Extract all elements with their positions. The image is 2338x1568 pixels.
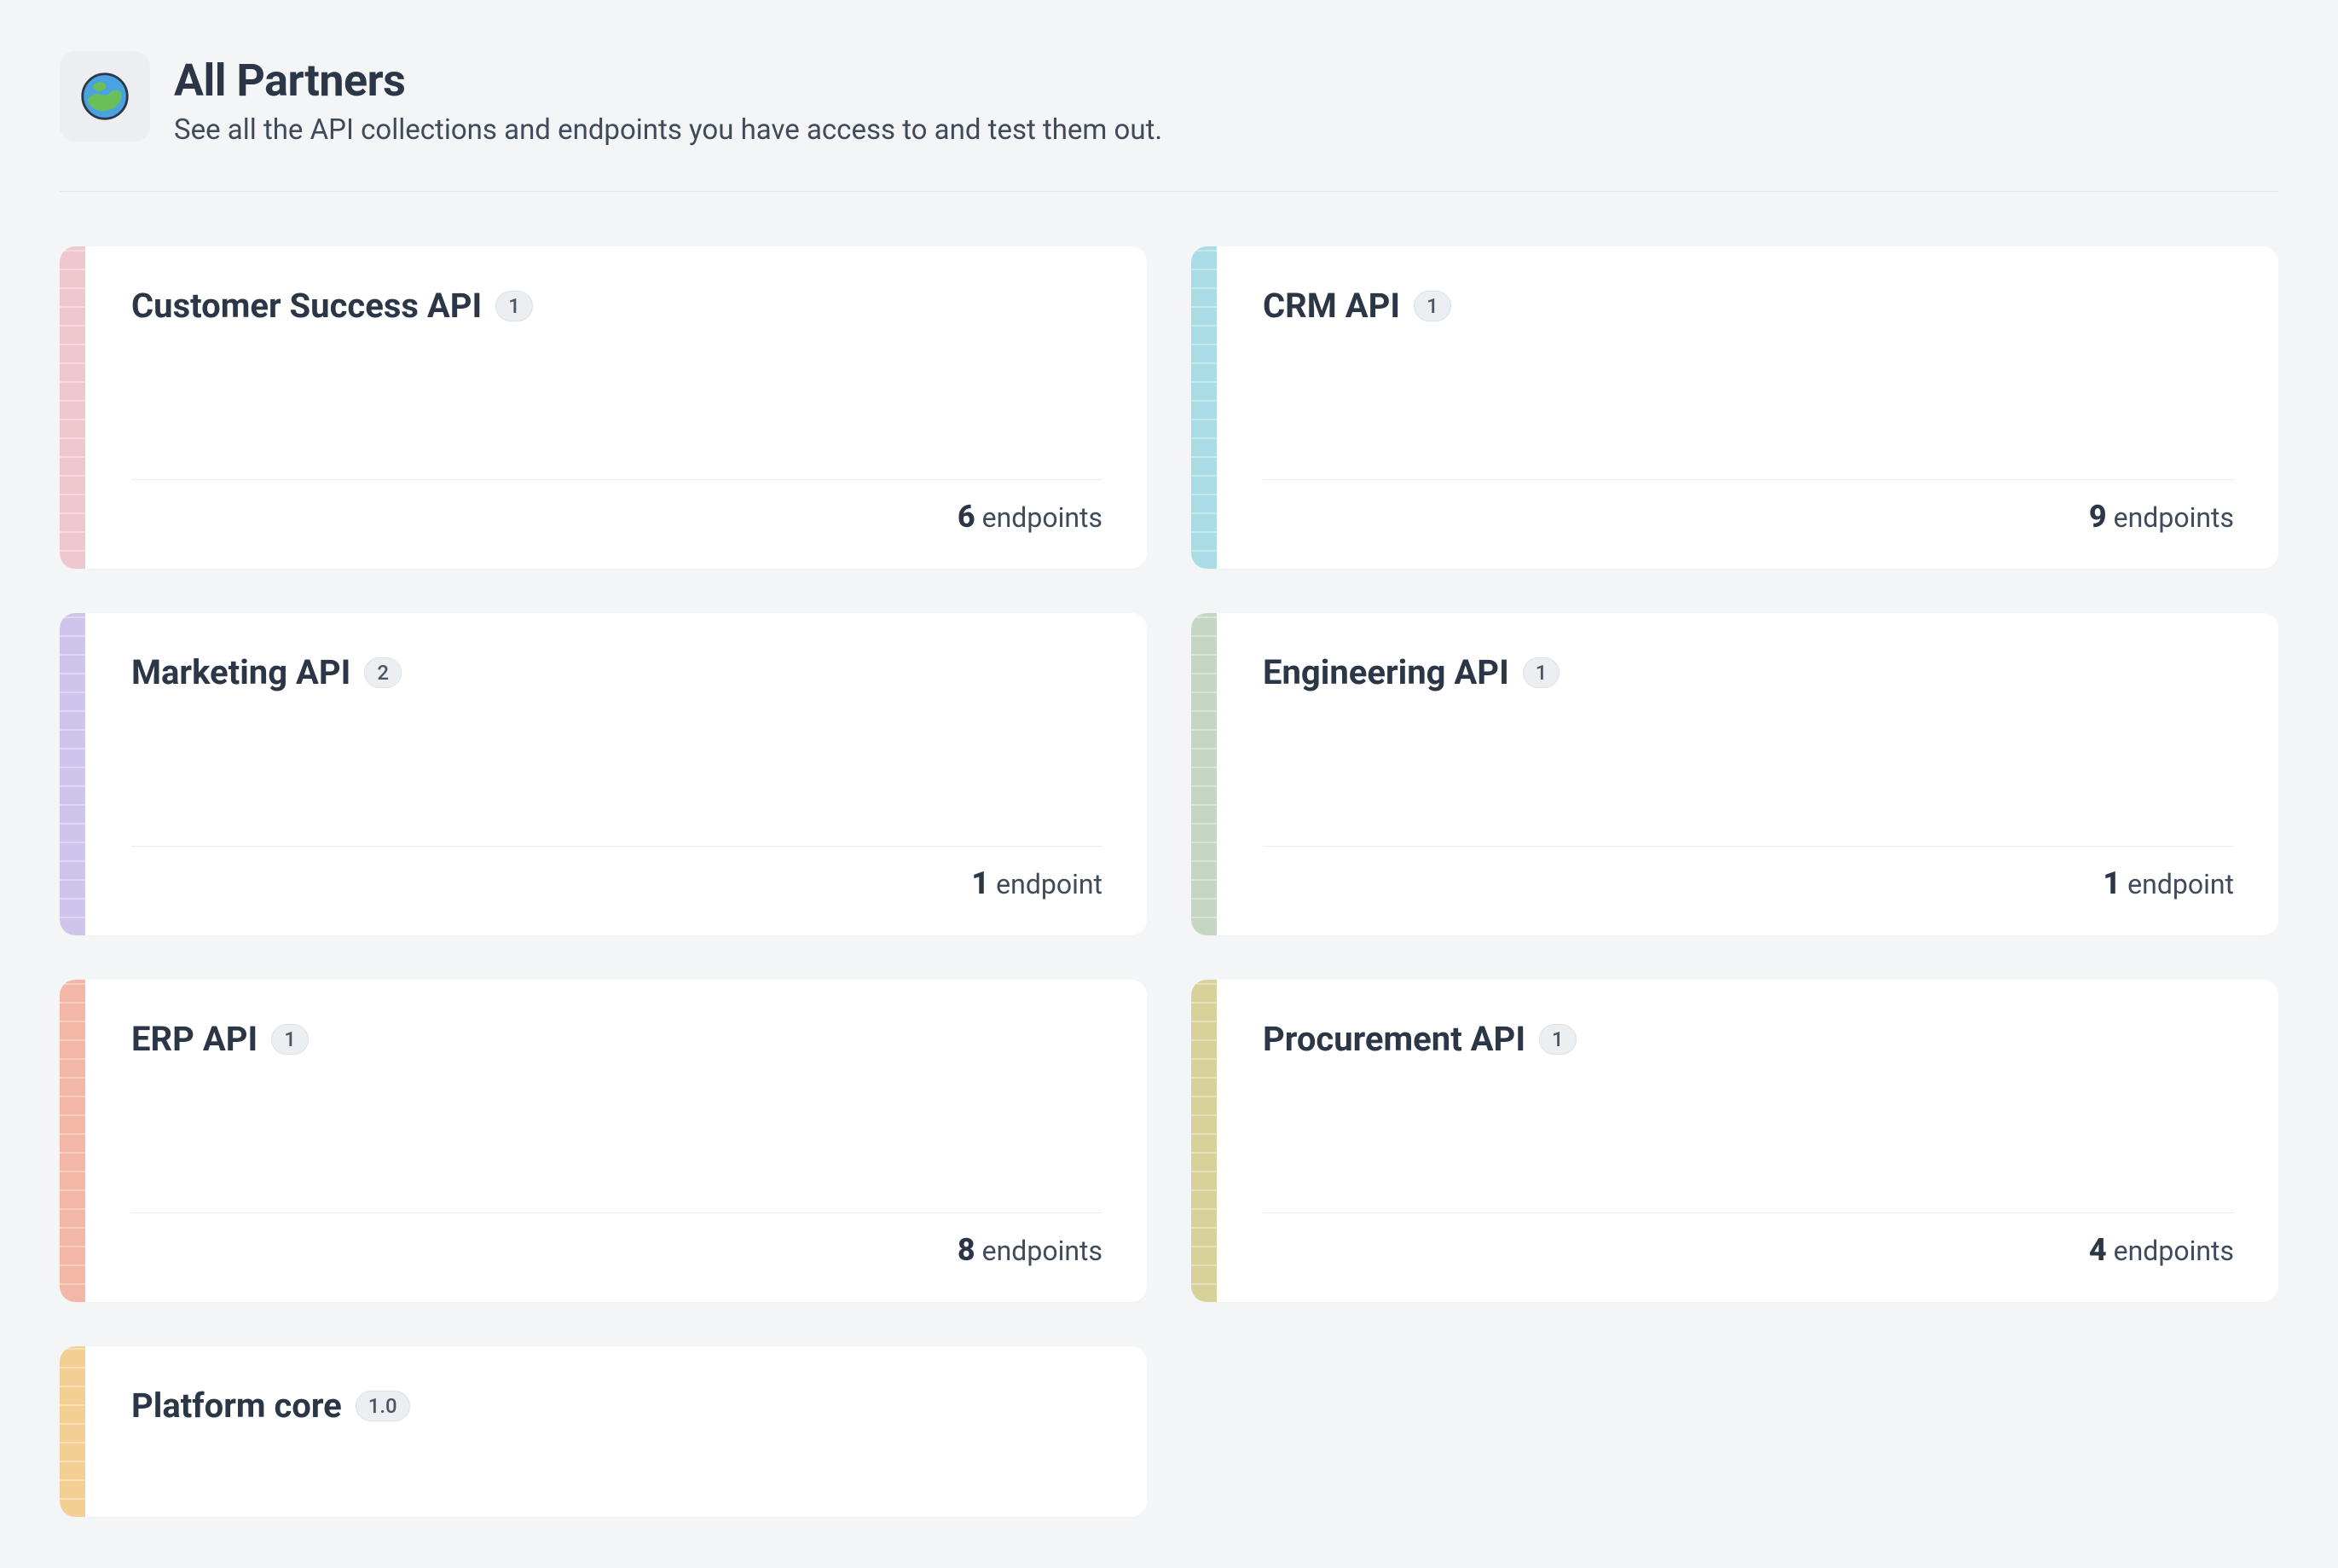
card-accent-stripe	[60, 980, 85, 1302]
page-header: All Partners See all the API collections…	[60, 51, 2278, 192]
endpoint-count: 6	[958, 499, 975, 535]
card-badge: 1.0	[356, 1391, 410, 1421]
api-card[interactable]: ERP API 1 8 endpoints	[60, 980, 1147, 1302]
endpoint-label: endpoints	[2114, 1235, 2234, 1267]
card-divider	[131, 479, 1102, 480]
page-subtitle: See all the API collections and endpoint…	[174, 113, 1162, 147]
card-footer: 9 endpoints	[1263, 499, 2234, 535]
api-card[interactable]: Marketing API 2 1 endpoint	[60, 613, 1147, 935]
card-accent-stripe	[1191, 980, 1217, 1302]
page-title: All Partners	[174, 55, 1162, 107]
card-accent-stripe	[1191, 613, 1217, 935]
card-title: Procurement API	[1263, 1019, 1525, 1059]
card-footer: 1 endpoint	[1263, 865, 2234, 901]
endpoint-label: endpoint	[996, 868, 1102, 900]
card-title: CRM API	[1263, 286, 1400, 326]
api-card[interactable]: Platform core 1.0	[60, 1346, 1147, 1517]
api-card[interactable]: Engineering API 1 1 endpoint	[1191, 613, 2278, 935]
card-badge: 1	[271, 1024, 309, 1055]
card-divider	[1263, 1212, 2234, 1213]
card-divider	[1263, 846, 2234, 847]
endpoint-label: endpoint	[2127, 868, 2234, 900]
card-accent-stripe	[60, 1346, 85, 1517]
endpoint-count: 1	[971, 865, 989, 901]
card-divider	[131, 1212, 1102, 1213]
card-badge: 2	[364, 657, 402, 688]
card-title: Marketing API	[131, 652, 350, 692]
card-title: Platform core	[131, 1386, 342, 1426]
card-title: Engineering API	[1263, 652, 1509, 692]
card-badge: 1	[1539, 1024, 1577, 1055]
endpoint-label: endpoints	[982, 501, 1102, 534]
api-card[interactable]: Customer Success API 1 6 endpoints	[60, 246, 1147, 569]
card-badge: 1	[1523, 657, 1560, 688]
card-title: ERP API	[131, 1019, 258, 1059]
api-card[interactable]: CRM API 1 9 endpoints	[1191, 246, 2278, 569]
endpoint-label: endpoints	[2114, 501, 2234, 534]
globe-icon	[60, 51, 150, 142]
endpoint-count: 9	[2089, 499, 2107, 535]
card-footer: 8 endpoints	[131, 1232, 1102, 1268]
card-accent-stripe	[60, 246, 85, 569]
card-accent-stripe	[60, 613, 85, 935]
card-badge: 1	[495, 291, 533, 321]
card-badge: 1	[1414, 291, 1451, 321]
endpoint-count: 1	[2103, 865, 2121, 901]
card-footer: 4 endpoints	[1263, 1232, 2234, 1268]
card-title: Customer Success API	[131, 286, 482, 326]
card-footer: 1 endpoint	[131, 865, 1102, 901]
endpoint-count: 4	[2089, 1232, 2107, 1268]
card-footer: 6 endpoints	[131, 499, 1102, 535]
card-divider	[1263, 479, 2234, 480]
api-card-grid: Customer Success API 1 6 endpoints CRM A…	[60, 246, 2278, 1517]
api-card[interactable]: Procurement API 1 4 endpoints	[1191, 980, 2278, 1302]
endpoint-count: 8	[958, 1232, 975, 1268]
card-accent-stripe	[1191, 246, 1217, 569]
card-divider	[131, 846, 1102, 847]
endpoint-label: endpoints	[982, 1235, 1102, 1267]
